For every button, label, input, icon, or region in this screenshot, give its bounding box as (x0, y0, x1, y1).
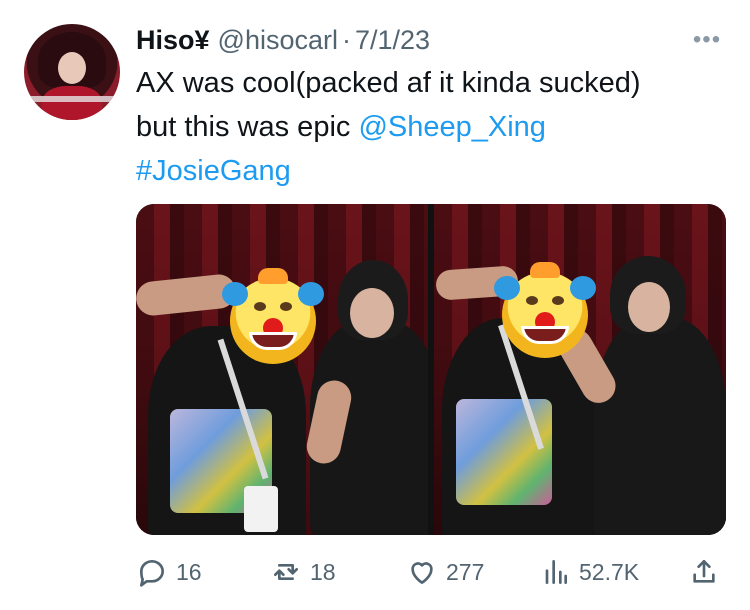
separator-dot: · (341, 24, 351, 55)
avatar-face (58, 52, 86, 84)
tweet-header: Hiso¥ @hisocarl · 7/1/23 (136, 22, 430, 58)
mention-link[interactable]: @Sheep_Xing (358, 111, 545, 143)
like-icon (411, 562, 433, 584)
tweet: Hiso¥ @hisocarl · 7/1/23 ••• AX was cool… (0, 0, 750, 610)
tweet-text: AX was cool(packed af it kinda sucked) b… (136, 61, 716, 193)
shirt-art-right (456, 399, 552, 505)
avatar-rail (24, 96, 120, 102)
tweet-text-line-3: #JosieGang (136, 149, 716, 193)
post-date[interactable]: 7/1/23 (355, 25, 430, 56)
media-grid[interactable] (136, 204, 726, 535)
views-icon (545, 560, 567, 584)
views-button[interactable]: 52.7K (539, 550, 639, 594)
avatar-body (42, 86, 102, 120)
reply-count: 16 (176, 558, 202, 585)
photo-right[interactable] (434, 204, 726, 535)
avatar[interactable] (24, 24, 120, 120)
share-button[interactable] (688, 550, 720, 594)
reply-button[interactable]: 16 (136, 550, 202, 594)
tweet-actions: 16 18 277 52.7K (136, 550, 726, 594)
photo-left[interactable] (136, 204, 428, 535)
like-count: 277 (446, 558, 485, 585)
person-right (594, 318, 726, 535)
user-handle[interactable]: @hisocarl (218, 25, 338, 56)
display-name[interactable]: Hiso¥ (136, 25, 210, 56)
repost-count: 18 (310, 558, 336, 585)
person-right-face (628, 282, 670, 332)
hashtag-link[interactable]: #JosieGang (136, 155, 291, 187)
view-count: 52.7K (579, 558, 640, 585)
repost-button[interactable]: 18 (270, 550, 336, 594)
clown-emoji-right (494, 262, 596, 358)
badge-left (244, 486, 278, 532)
clown-emoji-left (222, 268, 324, 364)
tweet-text-line-1: AX was cool(packed af it kinda sucked) (136, 67, 641, 99)
more-icon[interactable]: ••• (690, 27, 724, 53)
tweet-text-line-2: but this was epic @Sheep_Xing (136, 105, 716, 149)
tweet-text-line-2-prefix: but this was epic (136, 111, 359, 143)
person-right-face (350, 288, 394, 338)
reply-icon (140, 560, 164, 587)
share-icon (693, 560, 715, 583)
like-button[interactable]: 277 (406, 550, 484, 594)
repost-icon (274, 564, 298, 580)
